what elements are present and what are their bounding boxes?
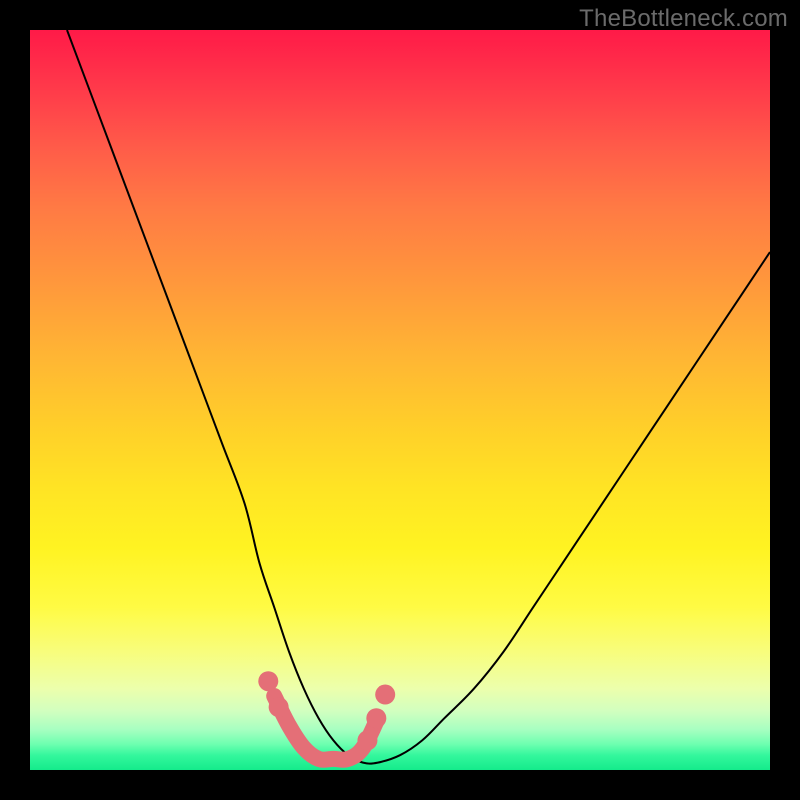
- highlight-band-path: [274, 696, 378, 760]
- chart-frame: TheBottleneck.com: [0, 0, 800, 800]
- plot-area: [30, 30, 770, 770]
- highlight-dot: [375, 685, 395, 705]
- highlight-dot: [357, 730, 377, 750]
- highlight-dot: [258, 671, 278, 691]
- highlight-dot: [269, 697, 289, 717]
- bottleneck-curve-path: [67, 30, 770, 764]
- attribution-label: TheBottleneck.com: [579, 5, 788, 33]
- highlight-dot: [366, 708, 386, 728]
- bottleneck-curve-svg: [30, 30, 770, 770]
- highlight-dots-group: [258, 671, 395, 750]
